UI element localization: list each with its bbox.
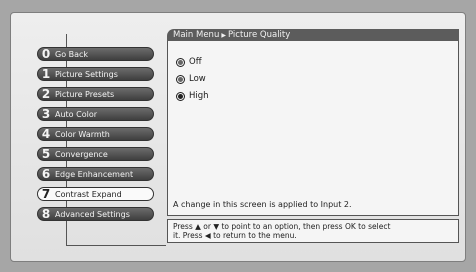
menu-item-label: Advanced Settings xyxy=(55,209,130,219)
radio-button-selected-icon xyxy=(176,91,185,101)
menu-item-number: 6 xyxy=(41,167,51,181)
option-off[interactable]: Off xyxy=(176,57,202,67)
chevron-right-icon: ▶ xyxy=(221,32,226,39)
options-panel: Off Low High A change in this screen is … xyxy=(167,41,459,216)
menu-item-label: Picture Presets xyxy=(55,89,115,99)
menu-item-convergence[interactable]: 5 Convergence xyxy=(37,147,154,161)
radio-button-icon xyxy=(176,57,185,67)
menu-item-edge-enhancement[interactable]: 6 Edge Enhancement xyxy=(37,167,154,181)
menu-item-picture-presets[interactable]: 2 Picture Presets xyxy=(37,87,154,101)
option-label: Low xyxy=(189,74,206,84)
menu-item-label: Edge Enhancement xyxy=(55,169,134,179)
help-text: Press ▲ or ▼ to point to an option, then… xyxy=(167,219,459,243)
menu-item-number: 0 xyxy=(41,47,51,61)
breadcrumb-root: Main Menu xyxy=(173,30,220,40)
menu-item-number: 8 xyxy=(41,207,51,221)
menu-item-label: Contrast Expand xyxy=(55,189,122,199)
menu-item-color-warmth[interactable]: 4 Color Warmth xyxy=(37,127,154,141)
menu-item-label: Color Warmth xyxy=(55,129,110,139)
menu-item-label: Convergence xyxy=(55,149,108,159)
option-label: Off xyxy=(189,57,202,67)
breadcrumb: Main Menu ▶ Picture Quality xyxy=(167,29,459,41)
menu-item-number: 2 xyxy=(41,87,51,101)
menu-item-number: 1 xyxy=(41,67,51,81)
menu-item-contrast-expand[interactable]: 7 Contrast Expand xyxy=(37,187,154,201)
menu-item-number: 4 xyxy=(41,127,51,141)
help-line-1: Press ▲ or ▼ to point to an option, then… xyxy=(173,222,391,231)
menu-item-number: 5 xyxy=(41,147,51,161)
option-low[interactable]: Low xyxy=(176,74,206,84)
menu-item-picture-settings[interactable]: 1 Picture Settings xyxy=(37,67,154,81)
input-note: A change in this screen is applied to In… xyxy=(173,200,352,209)
menu-item-label: Go Back xyxy=(55,49,89,59)
menu-item-advanced-settings[interactable]: 8 Advanced Settings xyxy=(37,207,154,221)
menu-item-go-back[interactable]: 0 Go Back xyxy=(37,47,154,61)
help-line-2: it. Press ◀ to return to the menu. xyxy=(173,231,297,240)
option-label: High xyxy=(189,91,209,101)
menu-item-number: 3 xyxy=(41,107,51,121)
radio-button-icon xyxy=(176,74,185,84)
menu-item-auto-color[interactable]: 3 Auto Color xyxy=(37,107,154,121)
menu-item-number: 7 xyxy=(41,187,51,201)
divider-line-bottom xyxy=(66,245,166,246)
menu-item-label: Picture Settings xyxy=(55,69,118,79)
option-high[interactable]: High xyxy=(176,91,209,101)
breadcrumb-current: Picture Quality xyxy=(227,30,291,40)
menu-item-label: Auto Color xyxy=(55,109,98,119)
